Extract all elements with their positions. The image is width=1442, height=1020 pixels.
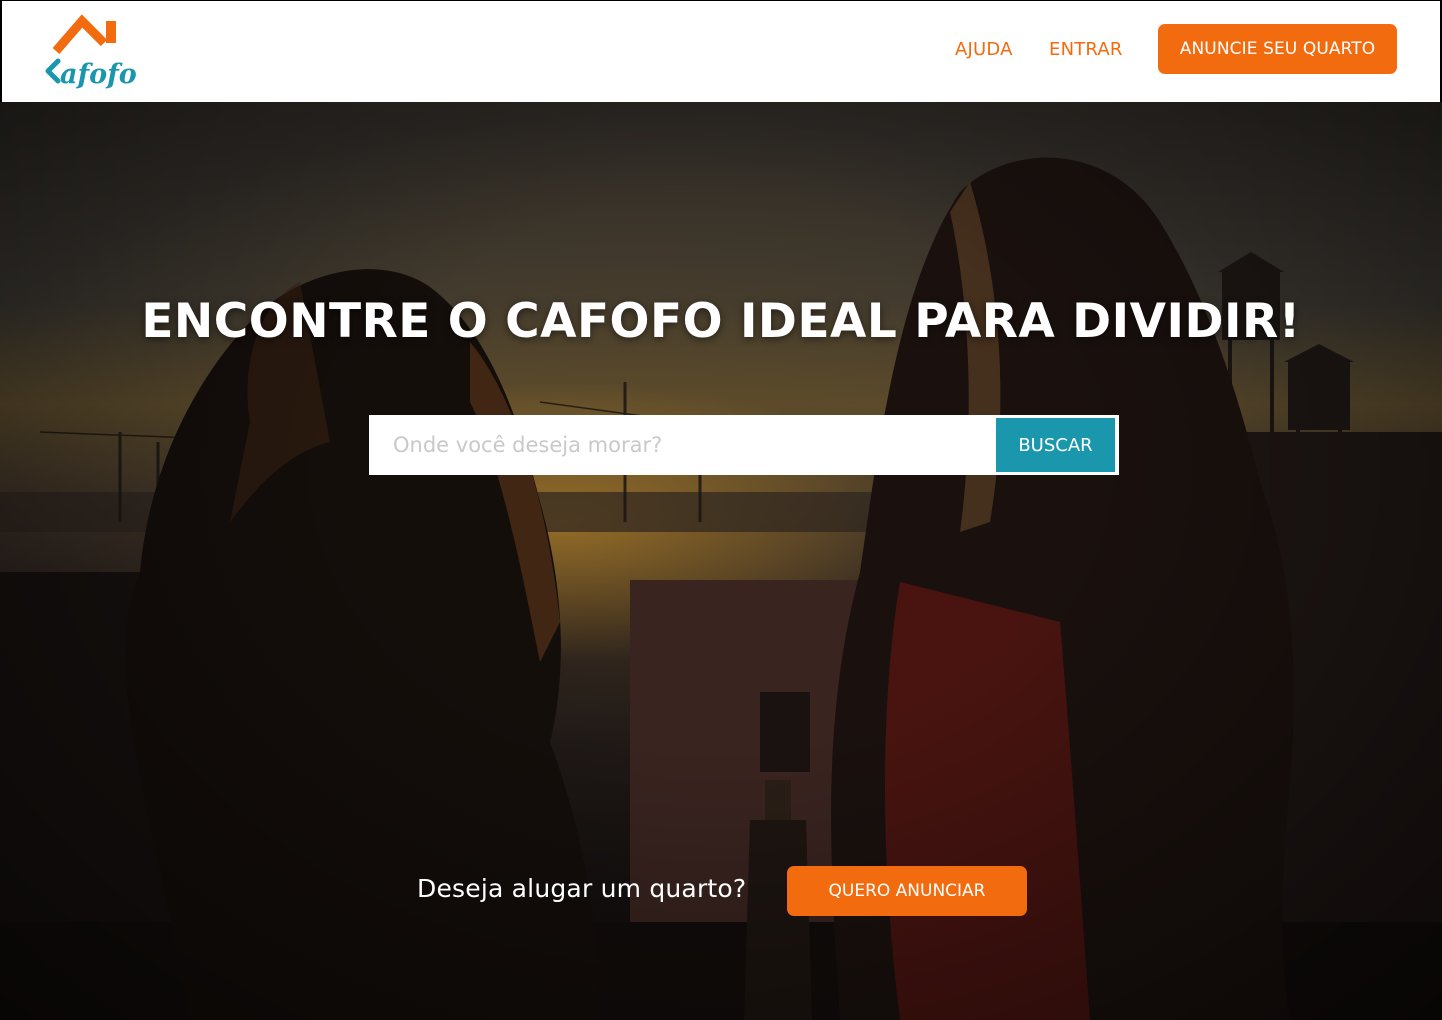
cafofo-logo[interactable]: afofo <box>44 9 136 95</box>
want-to-announce-button[interactable]: QUERO ANUNCIAR <box>787 866 1027 916</box>
nav-link-ajuda[interactable]: AJUDA <box>955 39 1013 60</box>
search-button[interactable]: BUSCAR <box>996 418 1115 472</box>
rent-room-question: Deseja alugar um quarto? <box>417 874 747 903</box>
announce-room-button[interactable]: ANUNCIE SEU QUARTO <box>1158 24 1397 74</box>
hero-section: ENCONTRE O CAFOFO IDEAL PARA DIVIDIR! BU… <box>0 102 1442 1020</box>
svg-text:afofo: afofo <box>60 59 136 90</box>
nav-link-entrar[interactable]: ENTRAR <box>1049 39 1123 60</box>
location-search-input[interactable] <box>369 415 995 475</box>
hero-title: ENCONTRE O CAFOFO IDEAL PARA DIVIDIR! <box>141 294 1301 349</box>
house-roof-logo-icon: afofo <box>45 14 136 90</box>
search-bar: BUSCAR <box>369 415 1119 475</box>
top-navbar: afofo AJUDA ENTRAR ANUNCIE SEU QUARTO <box>2 1 1440 102</box>
